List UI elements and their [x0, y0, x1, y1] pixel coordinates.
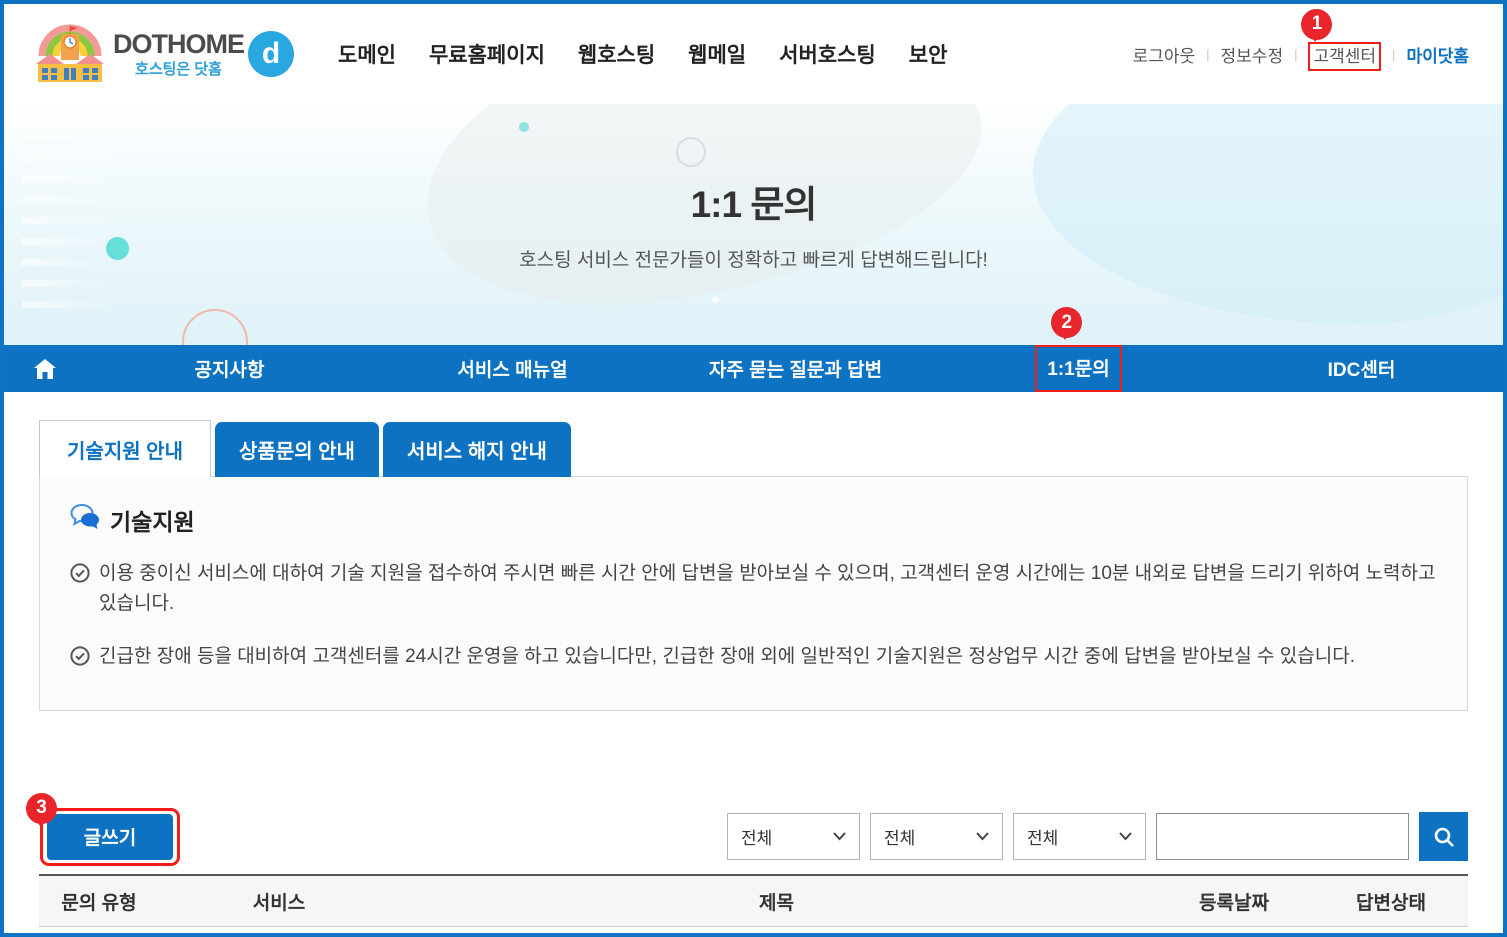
nav-item-domain[interactable]: 도메인: [338, 39, 396, 69]
filter-select-service[interactable]: 전체: [870, 813, 1003, 860]
inquiry-table-header: 문의 유형 서비스 제목 등록날짜 답변상태: [39, 874, 1468, 927]
separator: |: [1294, 47, 1297, 62]
subnav-label: 자주 묻는 질문과 답변: [709, 360, 882, 381]
info-paragraph: 이용 중이신 서비스에 대하여 기술 지원을 접수하여 주시면 빠른 시간 안에…: [70, 559, 1437, 620]
hero-banner: 1:1 문의 호스팅 서비스 전문가들이 정확하고 빠르게 답변해드립니다!: [4, 104, 1503, 345]
subnav-item-service-manual[interactable]: 서비스 매뉴얼: [371, 355, 654, 382]
edit-info-link[interactable]: 정보수정: [1221, 42, 1284, 67]
decorative-dot: [519, 122, 529, 132]
chevron-down-icon: [833, 832, 846, 841]
logo-tagline: 호스팅은 닷홈: [113, 62, 244, 77]
home-icon[interactable]: [4, 359, 88, 379]
column-date: 등록날짜: [1154, 888, 1314, 915]
column-status: 답변상태: [1314, 888, 1468, 915]
my-dothome-link[interactable]: 마이닷홈: [1406, 42, 1469, 67]
filter-group: 전체 전체 전체: [727, 812, 1468, 861]
customer-center-annotation: 고객센터 1: [1308, 42, 1381, 67]
chevron-down-icon: [976, 832, 989, 841]
decorative-dot: [712, 296, 719, 303]
decorative-ring: [676, 137, 706, 167]
page-title: 1:1 문의: [4, 174, 1503, 228]
tech-support-info-box: 기술지원 이용 중이신 서비스에 대하여 기술 지원을 접수하여 주시면 빠른 …: [39, 476, 1468, 711]
nav-item-free-homepage[interactable]: 무료홈페이지: [429, 39, 545, 69]
decorative-ring: [182, 309, 248, 345]
tab-service-cancel[interactable]: 서비스 해지 안내: [383, 422, 571, 477]
main-nav: 도메인 무료홈페이지 웹호스팅 웹메일 서버호스팅 보안: [338, 39, 947, 69]
logo-text: DOTHOME 호스팅은 닷홈: [113, 31, 244, 77]
logout-link[interactable]: 로그아웃: [1133, 42, 1196, 67]
page: DOTHOME 호스팅은 닷홈 d 도메인 무료홈페이지 웹호스팅 웹메일 서버…: [0, 0, 1507, 937]
header: DOTHOME 호스팅은 닷홈 d 도메인 무료홈페이지 웹호스팅 웹메일 서버…: [4, 4, 1503, 104]
info-heading: 기술지원: [110, 503, 195, 537]
info-paragraph-text: 이용 중이신 서비스에 대하여 기술 지원을 접수하여 주시면 빠른 시간 안에…: [99, 559, 1437, 620]
nav-item-webmail[interactable]: 웹메일: [688, 39, 746, 69]
subnav-item-faq[interactable]: 자주 묻는 질문과 답변: [654, 355, 937, 382]
subnav-label: IDC센터: [1328, 360, 1396, 381]
list-toolbar: 글쓰기 3 전체 전체 전체: [39, 812, 1468, 861]
info-heading-row: 기술지원: [70, 503, 1437, 537]
check-icon: [70, 563, 90, 583]
subnav-label: 공지사항: [195, 360, 265, 381]
inquiry-annotation: 1:1문의 2: [1035, 345, 1121, 392]
step-badge-3: 3: [26, 793, 57, 824]
chevron-down-icon: [1119, 832, 1132, 841]
subnav-item-notice[interactable]: 공지사항: [88, 355, 371, 382]
tab-product-inquiry[interactable]: 상품문의 안내: [215, 422, 379, 477]
subnav-item-inquiry[interactable]: 1:1문의 2: [937, 345, 1220, 392]
page-subtitle: 호스팅 서비스 전문가들이 정확하고 빠르게 답변해드립니다!: [4, 245, 1503, 272]
check-icon: [70, 646, 90, 666]
subnav-item-idc-center[interactable]: IDC센터: [1220, 355, 1503, 382]
subnav-label: 1:1문의: [1035, 345, 1121, 392]
filter-value: 전체: [1027, 824, 1058, 849]
main-content: 기술지원 안내 상품문의 안내 서비스 해지 안내 기술지원 이용: [4, 420, 1503, 927]
logo-bubble-letter: d: [262, 37, 280, 71]
search-icon: [1433, 826, 1455, 848]
search-button[interactable]: [1419, 812, 1468, 861]
column-service: 서비스: [159, 888, 399, 915]
write-button[interactable]: 글쓰기: [47, 814, 173, 860]
tab-tech-support[interactable]: 기술지원 안내: [39, 420, 211, 477]
subnav-label: 서비스 매뉴얼: [457, 360, 567, 381]
column-title: 제목: [399, 888, 1154, 915]
filter-value: 전체: [884, 824, 915, 849]
write-annotation: 글쓰기 3: [47, 814, 173, 860]
tab-bar: 기술지원 안내 상품문의 안내 서비스 해지 안내: [39, 420, 1468, 477]
separator: |: [1206, 47, 1209, 62]
info-paragraph-text: 긴급한 장애 등을 대비하여 고객센터를 24시간 운영을 하고 있습니다만, …: [99, 642, 1355, 672]
filter-value: 전체: [741, 824, 772, 849]
search-input[interactable]: [1156, 813, 1409, 860]
column-inquiry-type: 문의 유형: [39, 888, 159, 915]
nav-item-server-hosting[interactable]: 서버호스팅: [779, 39, 876, 69]
info-paragraph: 긴급한 장애 등을 대비하여 고객센터를 24시간 운영을 하고 있습니다만, …: [70, 642, 1437, 672]
step-badge-1: 1: [1301, 9, 1332, 40]
dothome-logo[interactable]: DOTHOME 호스팅은 닷홈 d: [34, 20, 294, 89]
filter-select-type[interactable]: 전체: [727, 813, 860, 860]
chat-icon: [70, 504, 100, 536]
logo-bubble-icon: d: [248, 31, 294, 77]
sub-nav: 공지사항 서비스 매뉴얼 자주 묻는 질문과 답변 1:1문의 2 IDC센터: [4, 345, 1503, 392]
nav-item-security[interactable]: 보안: [909, 39, 948, 69]
separator: |: [1392, 47, 1395, 62]
logo-house-icon: [34, 20, 106, 89]
nav-item-web-hosting[interactable]: 웹호스팅: [578, 39, 655, 69]
filter-select-status[interactable]: 전체: [1013, 813, 1146, 860]
logo-brand: DOTHOME: [113, 31, 244, 58]
utility-links: 로그아웃 | 정보수정 | 고객센터 1 | 마이닷홈: [1133, 42, 1469, 67]
